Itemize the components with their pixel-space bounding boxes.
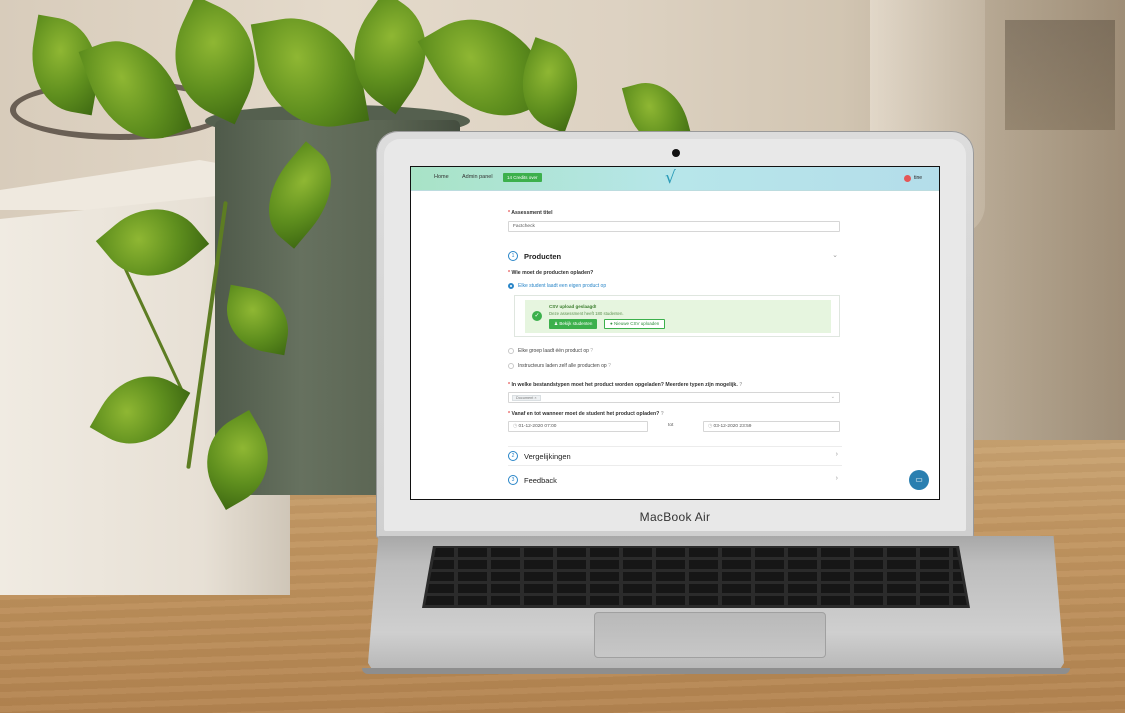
nav-admin-panel-link[interactable]: Admin panel [462, 174, 493, 180]
chevron-right-icon[interactable]: › [836, 451, 838, 458]
avatar[interactable] [904, 175, 911, 182]
view-students-button[interactable]: ♟ Bekijk studenten [549, 319, 598, 329]
chat-icon: ▭ [915, 475, 923, 484]
help-icon[interactable]: ? [739, 382, 742, 388]
radio-instructors-text: Instructeurs laden zelf alle producten o… [518, 363, 607, 369]
date-question: * Vanaf en tot wanneer moet de student h… [508, 411, 664, 417]
help-icon[interactable]: ? [661, 411, 664, 417]
chevron-right-icon[interactable]: › [836, 475, 838, 482]
chat-button[interactable]: ▭ [909, 470, 929, 490]
date-question-text: Vanaf en tot wanneer moet de student het… [511, 411, 660, 417]
section-products-title: Producten [524, 252, 562, 261]
date-to-input[interactable]: ◷ 03-12-2020 23:59 [703, 421, 840, 432]
date-from-input[interactable]: ◷ 01-12-2020 07:00 [508, 421, 648, 432]
date-separator: tot [668, 423, 674, 428]
radio-each-group-text: Elke groep laadt één product op [518, 348, 589, 354]
assessment-title-input[interactable]: Factcheck [508, 221, 840, 232]
step-number-3: 3 [508, 475, 518, 485]
radio-instructors[interactable] [508, 363, 514, 369]
chevron-down-icon[interactable]: ⌄ [832, 251, 838, 259]
radio-each-group-label[interactable]: Elke groep laadt één product op ? [518, 348, 593, 354]
upload-question: * Wie moet de producten opladen? [508, 270, 594, 276]
new-csv-upload-button[interactable]: ● Nieuwe CSV uploaden [604, 319, 666, 329]
csv-success-alert: ✓ CSV upload geslaagd! Deze assessment h… [525, 300, 831, 333]
chevron-down-icon[interactable]: ⌄ [831, 393, 835, 402]
radio-instructors-label[interactable]: Instructeurs laden zelf alle producten o… [518, 363, 611, 369]
filetypes-question-text: In welke bestandstypen moet het product … [511, 382, 738, 388]
radio-each-group[interactable] [508, 348, 514, 354]
laptop-base-edge [362, 668, 1070, 674]
nav-home-link[interactable]: Home [434, 174, 449, 180]
title-field-label-text: Assessment titel [511, 210, 553, 216]
trackpad [594, 612, 826, 658]
section-feedback-title: Feedback [524, 476, 557, 485]
radio-each-student-label[interactable]: Elke student laadt een eigen product op [518, 283, 606, 289]
step-number-1: 1 [508, 251, 518, 261]
date-to-value: 03-12-2020 23:59 [713, 424, 752, 429]
keyboard-keys [425, 548, 967, 606]
filetypes-select[interactable]: Document × ⌄ [508, 392, 840, 403]
help-icon[interactable]: ? [590, 348, 593, 354]
user-icon: ♟ [554, 321, 559, 326]
filetypes-question: * In welke bestandstypen moet het produc… [508, 382, 743, 388]
laptop-screen: Home Admin panel 14 Credits over √ tine … [410, 166, 940, 500]
upload-icon: ● [610, 321, 613, 326]
clock-icon: ◷ [513, 424, 518, 429]
step-number-2: 2 [508, 451, 518, 461]
required-mark: * [508, 210, 511, 216]
section-feedback-header[interactable]: 3 Feedback › [508, 471, 842, 491]
close-icon[interactable]: × [534, 396, 536, 400]
credits-badge: 14 Credits over [503, 173, 542, 182]
new-csv-upload-label: Nieuwe CSV uploaden [613, 321, 660, 326]
laptop-brand-label: MacBook Air [639, 510, 711, 524]
camera-icon [672, 149, 680, 157]
help-icon[interactable]: ? [608, 363, 611, 369]
radio-each-student[interactable] [508, 283, 514, 289]
clock-icon: ◷ [708, 424, 713, 429]
view-students-label: Bekijk studenten [559, 321, 593, 326]
check-circle-icon: ✓ [532, 311, 542, 321]
csv-upload-panel: ✓ CSV upload geslaagd! Deze assessment h… [514, 295, 840, 337]
date-from-value: 01-12-2020 07:00 [518, 424, 557, 429]
title-field-label: * Assessment titel [508, 210, 553, 216]
section-comparisons-header[interactable]: 2 Vergelijkingen › [508, 446, 842, 466]
filetype-tag-label: Document [516, 396, 534, 400]
filetype-tag[interactable]: Document × [512, 395, 541, 401]
csv-success-title: CSV upload geslaagd! [549, 304, 597, 309]
upload-question-text: Wie moet de producten opladen? [511, 270, 594, 276]
section-products-header[interactable]: 1 Producten ⌄ [508, 247, 842, 269]
top-navigation-bar: Home Admin panel 14 Credits over √ tine [411, 167, 939, 191]
user-name[interactable]: tine [914, 175, 922, 181]
csv-success-description: Deze assessment heeft 180 studenten. [549, 311, 624, 316]
checkmark-logo-icon[interactable]: √ [665, 170, 676, 187]
section-comparisons-title: Vergelijkingen [524, 452, 571, 461]
